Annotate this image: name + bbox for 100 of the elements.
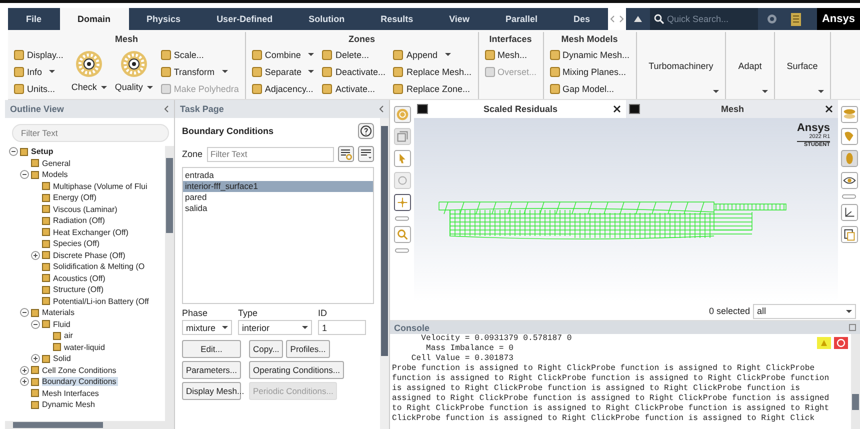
tree-item[interactable]: Setup <box>5 146 165 158</box>
expand-toggle-icon[interactable] <box>20 170 29 180</box>
scrollbar[interactable] <box>380 118 389 429</box>
scrollbar[interactable] <box>851 334 860 429</box>
ribbon-button[interactable]: Scale... <box>160 46 239 63</box>
ribbon-button[interactable]: Units... <box>14 80 64 97</box>
ribbon-button[interactable]: Append <box>393 46 472 63</box>
menu-tab[interactable]: View <box>431 8 488 30</box>
tree-item[interactable]: Multiphase (Volume of Flui <box>5 180 165 192</box>
expand-toggle-icon[interactable] <box>20 377 29 386</box>
tree-item[interactable]: Energy (Off) <box>5 192 165 204</box>
action-button[interactable]: Display Mesh... <box>182 382 241 400</box>
ribbon-button[interactable]: Deactivate... <box>322 63 386 80</box>
expand-toggle-icon[interactable] <box>9 147 18 156</box>
selection-filter-dropdown[interactable]: all <box>753 304 856 318</box>
tree-item[interactable]: Discrete Phase (Off) <box>5 250 165 261</box>
filter-field[interactable]: Filter Text <box>12 124 169 142</box>
ribbon-menu[interactable]: Adapt <box>726 32 775 99</box>
ribbon-button[interactable]: Separate <box>252 63 314 80</box>
tree-item[interactable]: Dynamic Mesh <box>5 399 165 410</box>
ribbon-button[interactable]: Replace Mesh... <box>393 63 472 80</box>
pointer-icon[interactable] <box>394 150 410 167</box>
action-button[interactable]: Copy... <box>249 340 284 358</box>
ribbon-button[interactable]: Info <box>14 63 64 80</box>
tree-item[interactable]: Fluid <box>5 318 165 330</box>
ribbon-button[interactable]: Replace Zone... <box>393 80 472 97</box>
action-button[interactable]: Parameters... <box>182 361 241 379</box>
ribbon-button[interactable]: Combine <box>252 46 314 63</box>
axes-icon[interactable] <box>840 204 858 221</box>
tree-item[interactable]: Heat Exchanger (Off) <box>5 226 165 238</box>
ribbon-menu[interactable]: Turbomachinery <box>636 32 726 99</box>
ribbon-menu[interactable]: Surface <box>774 32 831 99</box>
tree-item[interactable]: water-liquid <box>5 342 165 353</box>
tree-item[interactable]: General <box>5 158 165 169</box>
collapse-icon[interactable] <box>164 105 169 113</box>
id-field[interactable]: 1 <box>318 320 366 335</box>
scroll-arrows-icon[interactable] <box>608 8 626 30</box>
tree-item[interactable]: Cell Zone Conditions <box>5 364 165 376</box>
zone-item[interactable]: salida <box>183 203 373 214</box>
close-icon[interactable] <box>825 105 833 113</box>
tree-item[interactable]: Models <box>5 169 165 180</box>
tree-item[interactable]: Boundary Conditions <box>5 376 165 388</box>
window-icon[interactable] <box>849 324 856 331</box>
zone-item[interactable]: pared <box>183 192 373 203</box>
action-button[interactable]: Edit... <box>182 340 241 358</box>
ribbon-button[interactable]: Quality <box>114 46 153 92</box>
layers-icon[interactable] <box>840 106 858 123</box>
slider-handle-icon[interactable] <box>395 248 409 253</box>
tree-item[interactable]: Radiation (Off) <box>5 215 165 226</box>
ribbon-button[interactable]: Display... <box>14 46 64 63</box>
expand-toggle-icon[interactable] <box>31 354 40 364</box>
expand-toggle-icon[interactable] <box>20 366 29 375</box>
zone-item[interactable]: entrada <box>183 170 373 181</box>
close-icon[interactable] <box>613 105 621 113</box>
menu-tab[interactable]: Results <box>362 8 432 30</box>
caret-up-icon[interactable] <box>634 16 642 22</box>
pan-icon[interactable] <box>394 194 410 211</box>
tree-item[interactable]: Acoustics (Off) <box>5 272 165 284</box>
shape-icon[interactable] <box>840 128 858 145</box>
search-field[interactable]: Quick Search... <box>667 14 755 24</box>
ribbon-button[interactable]: Mixing Planes... <box>550 63 630 80</box>
slider-handle-icon[interactable] <box>395 216 409 221</box>
menu-tab[interactable]: Domain <box>60 8 129 30</box>
ribbon-button[interactable]: Transform <box>160 63 239 80</box>
menu-tab[interactable]: Physics <box>128 8 199 30</box>
menu-tab[interactable]: File <box>8 8 60 30</box>
phase-dropdown[interactable]: mixture <box>182 320 232 335</box>
collapse-icon[interactable] <box>379 105 384 113</box>
tree-item[interactable]: Materials <box>5 307 165 318</box>
ribbon-button[interactable]: Mesh... <box>484 46 537 63</box>
menu-tab[interactable]: Parallel <box>487 8 556 30</box>
tree-item[interactable]: Potential/Li-ion Battery (Off <box>5 296 165 307</box>
menu-tab[interactable]: Des <box>555 8 608 30</box>
scrollbar[interactable] <box>165 146 174 421</box>
ribbon-button[interactable]: Check <box>71 46 107 92</box>
action-button[interactable]: Profiles... <box>286 340 330 358</box>
ribbon-button[interactable]: Activate... <box>322 80 386 97</box>
zone-item[interactable]: interior-fff_surface1 <box>183 181 373 192</box>
menu-tab[interactable]: User-Defined <box>198 8 291 30</box>
slider-handle-icon[interactable] <box>842 194 856 199</box>
eye-icon[interactable] <box>840 172 858 189</box>
stop-icon[interactable] <box>834 337 848 349</box>
tree-item[interactable]: air <box>5 330 165 342</box>
cube-icon[interactable] <box>394 128 410 145</box>
action-button[interactable]: Operating Conditions... <box>249 361 344 379</box>
tree-item[interactable]: Viscous (Laminar) <box>5 204 165 215</box>
expand-toggle-icon[interactable] <box>31 320 40 329</box>
scrollbar[interactable] <box>5 421 174 429</box>
menu-tab[interactable]: Solution <box>290 8 363 30</box>
ribbon-button[interactable]: Dynamic Mesh... <box>550 46 630 63</box>
tree-item[interactable]: Structure (Off) <box>5 284 165 296</box>
filter-field[interactable]: Filter Text <box>206 146 334 162</box>
ribbon-button[interactable]: Gap Model... <box>550 80 630 97</box>
type-dropdown[interactable]: interior <box>238 320 312 335</box>
expand-toggle-icon[interactable] <box>31 250 40 260</box>
zoom-icon[interactable] <box>394 226 410 243</box>
filter-icon[interactable] <box>338 146 354 162</box>
tree-item[interactable]: Species (Off) <box>5 238 165 250</box>
tree-item[interactable]: Solid <box>5 353 165 364</box>
copy-icon[interactable] <box>840 226 858 243</box>
